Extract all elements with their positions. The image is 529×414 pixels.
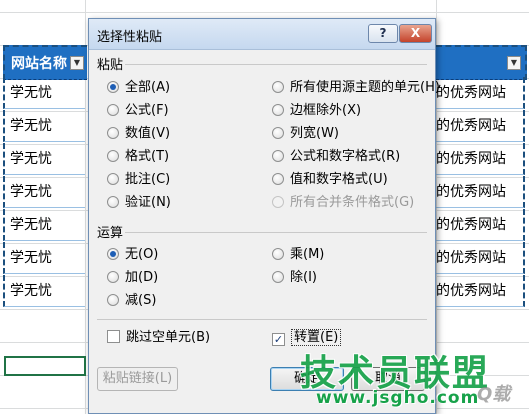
radio-icon[interactable] — [272, 150, 284, 162]
radio-selected-icon[interactable] — [107, 81, 119, 93]
paste-option-label: 列宽(W) — [290, 126, 339, 141]
paste-option[interactable]: 批注(C) — [107, 172, 170, 188]
paste-option-label: 公式和数字格式(R) — [290, 149, 401, 164]
paste-link-button[interactable]: 粘贴链接(L) — [97, 367, 178, 391]
radio-icon[interactable] — [107, 196, 119, 208]
radio-icon[interactable] — [107, 271, 119, 283]
paste-option[interactable]: 格式(T) — [107, 149, 169, 165]
watermark-url: www.jsgho.com — [316, 388, 480, 408]
selected-cell[interactable] — [4, 356, 86, 376]
table-cell[interactable]: 的优秀网站 — [436, 176, 525, 208]
watermark-logo: Q载 — [477, 384, 511, 405]
table-cell[interactable]: 学无忧 — [3, 209, 85, 241]
skip-blanks-checkbox[interactable]: 跳过空单元(B) — [107, 330, 210, 346]
close-button[interactable]: X — [399, 24, 432, 43]
checkmark-icon[interactable]: ✓ — [272, 333, 285, 346]
table-cell[interactable]: 的优秀网站 — [436, 242, 525, 274]
paste-option[interactable]: 公式(F) — [107, 103, 169, 119]
table-cell[interactable]: 学无忧 — [3, 77, 85, 109]
table-cell[interactable]: 的优秀网站 — [436, 209, 525, 241]
radio-icon[interactable] — [272, 173, 284, 185]
radio-icon[interactable] — [272, 271, 284, 283]
help-button[interactable]: ? — [368, 24, 398, 43]
section-divider — [125, 64, 427, 65]
operation-option[interactable]: 乘(M) — [272, 247, 324, 263]
paste-option-label: 格式(T) — [125, 149, 170, 164]
radio-icon[interactable] — [107, 104, 119, 116]
radio-icon[interactable] — [107, 173, 119, 185]
operation-option[interactable]: 加(D) — [107, 270, 158, 286]
operation-option-label: 加(D) — [125, 270, 159, 285]
paste-option-label: 验证(N) — [125, 195, 171, 210]
table-cell[interactable]: 的优秀网站 — [436, 143, 525, 175]
operation-option[interactable]: 无(O) — [107, 247, 158, 263]
paste-option[interactable]: 值和数字格式(U) — [272, 172, 388, 188]
paste-option-label: 所有合并条件格式(G) — [290, 195, 415, 210]
dialog-title: 选择性粘贴 — [97, 30, 163, 45]
paste-option[interactable]: 边框除外(X) — [272, 103, 361, 119]
header-cell-right[interactable]: ▼ — [436, 45, 527, 80]
skip-blanks-label: 跳过空单元(B) — [126, 330, 211, 345]
operation-option-label: 除(I) — [290, 270, 317, 285]
paste-option[interactable]: 所有使用源主题的单元(H) — [272, 80, 440, 96]
radio-icon[interactable] — [107, 150, 119, 162]
table-cell[interactable]: 的优秀网站 — [436, 275, 525, 307]
radio-icon — [272, 196, 284, 208]
paste-option-label: 批注(C) — [125, 172, 171, 187]
table-cell[interactable]: 学无忧 — [3, 275, 85, 307]
paste-option-label: 数值(V) — [125, 126, 171, 141]
section-divider — [125, 232, 427, 233]
operation-option[interactable]: 减(S) — [107, 293, 156, 309]
table-cell[interactable]: 的优秀网站 — [436, 110, 525, 142]
header-cell-site-name[interactable]: 网站名称 ▼ — [3, 45, 87, 80]
table-cell[interactable]: 的优秀网站 — [436, 77, 525, 109]
header-label: 网站名称 — [11, 56, 67, 72]
paste-option[interactable]: 全部(A) — [107, 80, 170, 96]
radio-selected-icon[interactable] — [107, 248, 119, 260]
radio-icon[interactable] — [272, 248, 284, 260]
table-cell[interactable]: 学无忧 — [3, 242, 85, 274]
filter-dropdown-icon[interactable]: ▼ — [507, 56, 521, 70]
radio-icon[interactable] — [272, 127, 284, 139]
paste-option[interactable]: 数值(V) — [107, 126, 170, 142]
paste-option-label: 公式(F) — [125, 103, 169, 118]
table-cell[interactable]: 学无忧 — [3, 143, 85, 175]
paste-option[interactable]: 验证(N) — [107, 195, 171, 211]
table-cell[interactable]: 学无忧 — [3, 176, 85, 208]
checkbox-box[interactable] — [107, 330, 120, 343]
radio-icon[interactable] — [107, 127, 119, 139]
radio-icon[interactable] — [272, 104, 284, 116]
operation-option[interactable]: 除(I) — [272, 270, 317, 286]
paste-option-label: 值和数字格式(U) — [290, 172, 388, 187]
radio-icon[interactable] — [272, 81, 284, 93]
operation-option-label: 减(S) — [125, 293, 157, 308]
paste-option[interactable]: 列宽(W) — [272, 126, 339, 142]
table-cell[interactable]: 学无忧 — [3, 110, 85, 142]
section-divider — [97, 319, 427, 320]
paste-option[interactable]: 公式和数字格式(R) — [272, 149, 400, 165]
operation-section-label: 运算 — [97, 226, 124, 241]
radio-icon[interactable] — [107, 294, 119, 306]
paste-option: 所有合并条件格式(G) — [272, 195, 414, 211]
filter-dropdown-icon[interactable]: ▼ — [70, 56, 84, 70]
dialog-titlebar[interactable]: 选择性粘贴 ? X — [89, 19, 435, 50]
paste-option-label: 全部(A) — [125, 80, 171, 95]
operation-option-label: 乘(M) — [290, 247, 325, 262]
paste-section-label: 粘贴 — [97, 58, 124, 73]
paste-option-label: 边框除外(X) — [290, 103, 362, 118]
operation-option-label: 无(O) — [125, 247, 159, 262]
paste-option-label: 所有使用源主题的单元(H) — [290, 80, 440, 95]
